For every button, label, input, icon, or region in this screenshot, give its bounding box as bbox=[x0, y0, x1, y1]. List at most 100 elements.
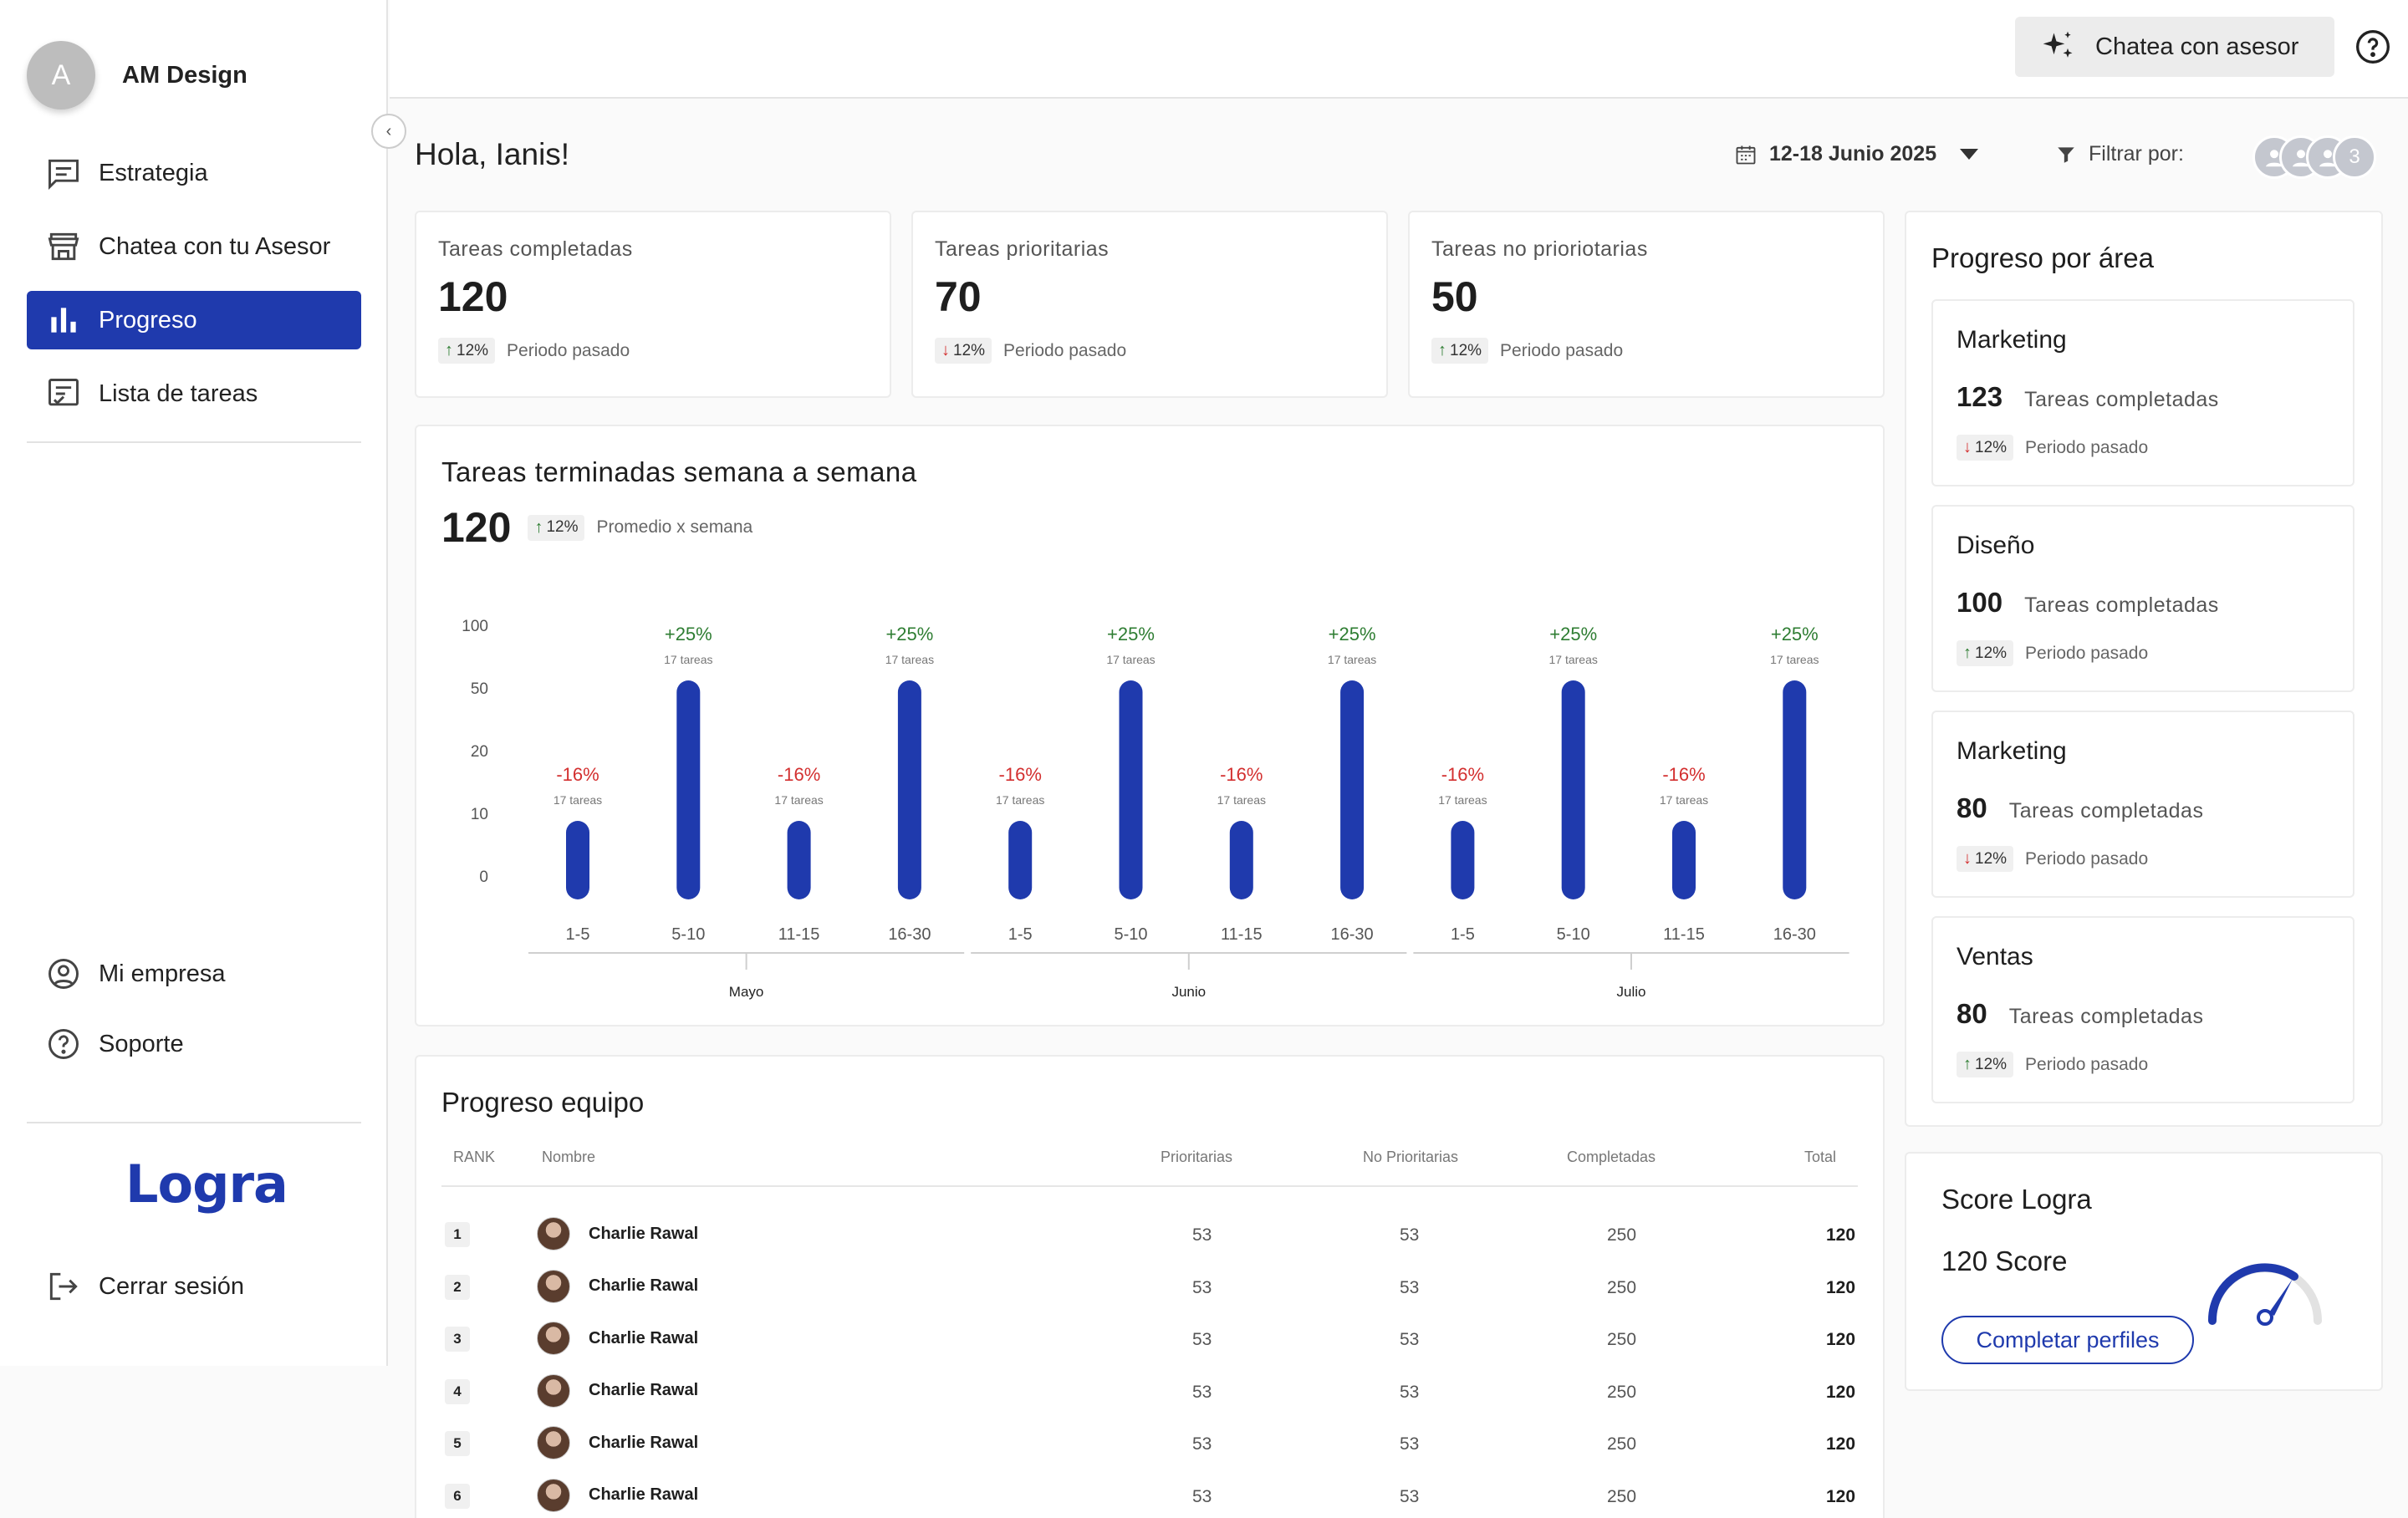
date-range-select[interactable]: 12-18 Junio 2025 bbox=[1734, 142, 1979, 166]
x-tick-label: 1-5 bbox=[1451, 925, 1475, 944]
x-tick-label: 1-5 bbox=[1008, 925, 1033, 944]
sidebar-item-chatea-asesor[interactable]: Chatea con tu Asesor bbox=[27, 217, 361, 276]
profile-name: AM Design bbox=[122, 61, 247, 89]
area-card[interactable]: Marketing 123 Tareas completadas ↓ 12% Period… bbox=[1931, 299, 2354, 486]
chart-bar bbox=[1672, 821, 1696, 899]
filter-button[interactable]: Filtrar por: bbox=[2055, 142, 2184, 166]
chart-bar bbox=[1008, 821, 1033, 899]
area-delta: ↓ 12% Periodo pasado bbox=[1956, 435, 2148, 461]
cell-no-prioritarias: 53 bbox=[1400, 1434, 1420, 1454]
area-name: Marketing bbox=[1956, 326, 2067, 354]
team-avatar-group[interactable]: 3 bbox=[2252, 135, 2376, 179]
column-header-total[interactable]: Total bbox=[1804, 1149, 1836, 1166]
avatar bbox=[537, 1426, 570, 1459]
store-icon bbox=[48, 232, 79, 261]
member: Charlie Rawal bbox=[537, 1217, 698, 1251]
table-row[interactable]: 4 Charlie Rawal 53 53 250 120 bbox=[441, 1364, 1858, 1416]
cell-no-prioritarias: 53 bbox=[1400, 1486, 1420, 1506]
bar-sub-label: 17 tareas bbox=[774, 793, 823, 807]
avatar[interactable]: A bbox=[27, 41, 95, 110]
bar-sub-label: 17 tareas bbox=[664, 653, 712, 666]
sidebar: A AM Design Estrategia Chatea con tu Ase… bbox=[0, 0, 388, 1366]
delta-value: 12% bbox=[1975, 849, 2008, 868]
table-row[interactable]: 5 Charlie Rawal 53 53 250 120 bbox=[441, 1416, 1858, 1468]
sidebar-item-soporte[interactable]: Soporte bbox=[27, 1015, 361, 1073]
column-header-rank[interactable]: RANK bbox=[453, 1149, 495, 1166]
y-tick-label: 10 bbox=[471, 806, 488, 823]
cell-no-prioritarias: 53 bbox=[1400, 1330, 1420, 1349]
area-stat: 80 Tareas completadas bbox=[1956, 998, 2203, 1030]
column-header-nombre[interactable]: Nombre bbox=[542, 1149, 595, 1166]
bar-chart-icon bbox=[51, 308, 76, 333]
sidebar-item-estrategia[interactable]: Estrategia bbox=[27, 144, 361, 202]
area-card[interactable]: Marketing 80 Tareas completadas ↓ 12% Periodo… bbox=[1931, 711, 2354, 898]
sidebar-item-label: Mi empresa bbox=[99, 960, 226, 987]
complete-profiles-button[interactable]: Completar perfiles bbox=[1941, 1316, 2194, 1364]
bar-sub-label: 17 tareas bbox=[1770, 653, 1819, 666]
area-name: Diseño bbox=[1956, 532, 2035, 559]
app: A AM Design Estrategia Chatea con tu Ase… bbox=[0, 0, 2408, 1518]
rank-badge: 4 bbox=[445, 1378, 470, 1404]
chevron-left-icon: ‹ bbox=[385, 121, 392, 140]
sidebar-item-label: Lista de tareas bbox=[99, 380, 258, 407]
delta-badge: ↑ 12% bbox=[1956, 1052, 2014, 1077]
delta-note: Periodo pasado bbox=[507, 340, 630, 360]
sidebar-item-progreso[interactable]: Progreso bbox=[27, 291, 361, 349]
chart-bar bbox=[897, 680, 921, 899]
sidebar-item-label: Estrategia bbox=[99, 159, 208, 186]
column-header-prioritarias[interactable]: Prioritarias bbox=[1161, 1149, 1232, 1166]
cell-prioritarias: 53 bbox=[1192, 1277, 1212, 1297]
sparkle-icon bbox=[2043, 31, 2073, 58]
arrow-down-icon: ↓ bbox=[941, 341, 950, 359]
stat-card-prioritarias: Tareas prioritarias 70 ↓ 12% Periodo pasa… bbox=[911, 211, 1388, 398]
table-row[interactable]: 6 Charlie Rawal 53 53 250 120 bbox=[441, 1469, 1858, 1518]
cell-completadas: 250 bbox=[1607, 1225, 1637, 1245]
bar-change-label: -16% bbox=[778, 764, 820, 785]
chevron-down-icon bbox=[1960, 149, 1979, 160]
stat-title: Tareas completadas bbox=[438, 237, 633, 261]
table-row[interactable]: 3 Charlie Rawal 53 53 250 120 bbox=[441, 1312, 1858, 1363]
table-row[interactable]: 2 Charlie Rawal 53 53 250 120 bbox=[441, 1260, 1858, 1312]
task-list-icon bbox=[48, 379, 79, 406]
rank-badge: 5 bbox=[445, 1431, 470, 1456]
area-card[interactable]: Diseño 100 Tareas completadas ↑ 12% Periodo p… bbox=[1931, 505, 2354, 692]
stat-card-completadas: Tareas completadas 120 ↑ 12% Periodo pasa… bbox=[415, 211, 891, 398]
bar-change-label: -16% bbox=[1441, 764, 1484, 785]
bar-sub-label: 17 tareas bbox=[996, 793, 1044, 807]
chat-lines-icon bbox=[48, 159, 79, 191]
delta-value: 12% bbox=[953, 341, 986, 359]
stat-delta: ↓ 12% Periodo pasado bbox=[935, 338, 1126, 364]
profile[interactable]: A AM Design bbox=[27, 38, 247, 112]
chart-bar bbox=[1783, 680, 1807, 899]
collapse-sidebar-button[interactable]: ‹ bbox=[371, 114, 406, 149]
delta-badge: ↓ 12% bbox=[1956, 846, 2014, 872]
logout-button[interactable]: Cerrar sesión bbox=[27, 1257, 361, 1316]
cell-total: 120 bbox=[1826, 1330, 1856, 1349]
table-row[interactable]: 1 Charlie Rawal 53 53 250 120 bbox=[441, 1207, 1858, 1259]
user-circle-icon bbox=[48, 959, 79, 989]
bar-change-label: -16% bbox=[556, 764, 599, 785]
area-progress-card: Progreso por área Marketing 123 Tareas com… bbox=[1905, 211, 2383, 1127]
chat-advisor-button[interactable]: Chatea con asesor bbox=[2015, 17, 2334, 77]
area-card[interactable]: Ventas 80 Tareas completadas ↑ 12% Periodo pa… bbox=[1931, 916, 2354, 1103]
team-title: Progreso equipo bbox=[441, 1087, 645, 1118]
stat-value: 120 bbox=[438, 273, 508, 320]
column-header-completadas[interactable]: Completadas bbox=[1567, 1149, 1656, 1166]
member: Charlie Rawal bbox=[537, 1478, 698, 1512]
sidebar-item-mi-empresa[interactable]: Mi empresa bbox=[27, 945, 361, 1003]
cell-total: 120 bbox=[1826, 1434, 1856, 1454]
area-value: 80 bbox=[1956, 792, 1987, 823]
help-icon[interactable] bbox=[2354, 28, 2391, 65]
bar-sub-label: 17 tareas bbox=[1217, 793, 1266, 807]
member-name: Charlie Rawal bbox=[589, 1224, 699, 1243]
area-label: Tareas completadas bbox=[2024, 388, 2219, 411]
logout-label: Cerrar sesión bbox=[99, 1272, 245, 1300]
delta-note: Periodo pasado bbox=[2025, 848, 2149, 869]
cell-prioritarias: 53 bbox=[1192, 1330, 1212, 1349]
column-header-no-prioritarias[interactable]: No Prioritarias bbox=[1363, 1149, 1458, 1166]
cell-no-prioritarias: 53 bbox=[1400, 1277, 1420, 1297]
sidebar-item-lista-tareas[interactable]: Lista de tareas bbox=[27, 364, 361, 423]
stat-value: 70 bbox=[935, 273, 982, 320]
topbar: Chatea con asesor bbox=[390, 0, 2408, 99]
cell-completadas: 250 bbox=[1607, 1330, 1637, 1349]
